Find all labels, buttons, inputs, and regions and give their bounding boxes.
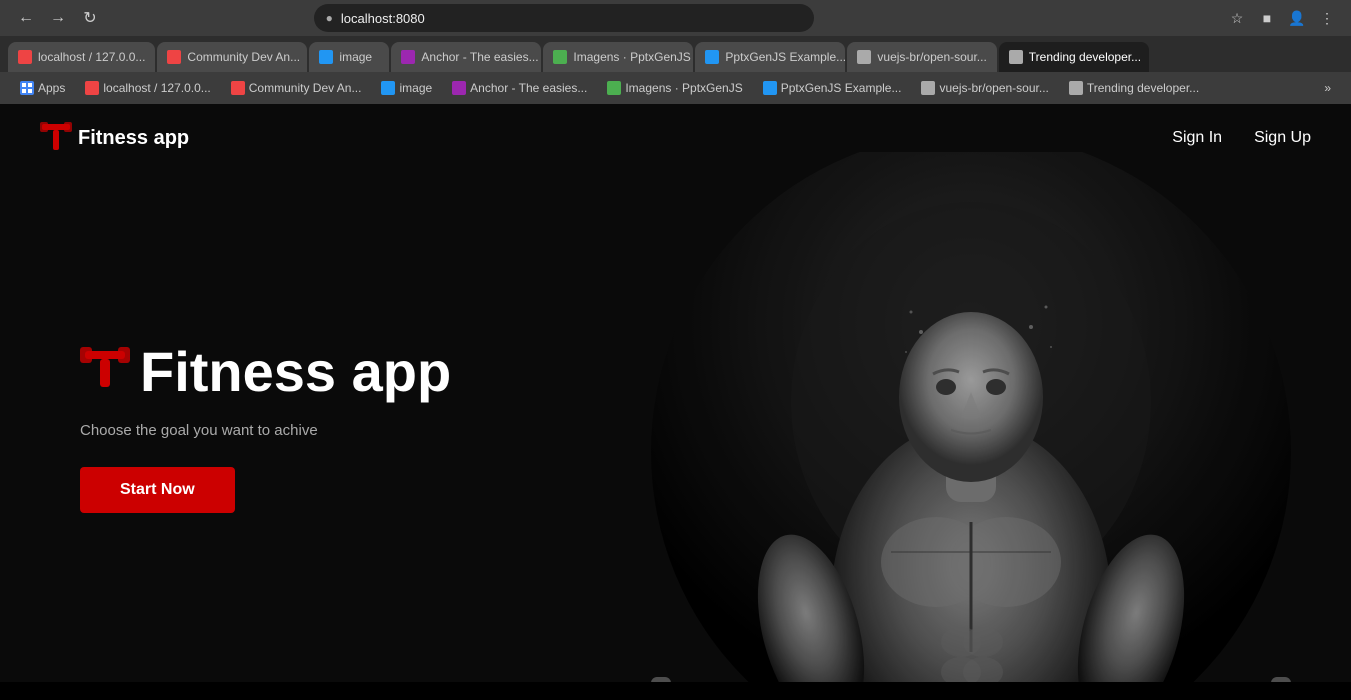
tab-favicon-trending (1009, 50, 1023, 64)
browser-actions: ☆ ■ 👤 ⋮ (1225, 6, 1339, 30)
bookmark-favicon-community (231, 81, 245, 95)
bookmark-label-trending: Trending developer... (1087, 81, 1199, 95)
tab-favicon-imagens (553, 50, 567, 64)
forward-button[interactable]: → (44, 4, 72, 32)
tab-label-image: image (339, 50, 372, 64)
tab-trending[interactable]: Trending developer... (999, 42, 1149, 72)
hero-subtitle: Choose the goal you want to achive (80, 422, 451, 439)
bookmark-favicon-trending (1069, 81, 1083, 95)
bookmark-label-apps: Apps (38, 81, 65, 95)
bookmark-community[interactable]: Community Dev An... (223, 78, 370, 98)
start-now-button[interactable]: Start Now (80, 467, 235, 513)
bookmark-vuejs[interactable]: vuejs-br/open-sour... (913, 78, 1056, 98)
navbar-logo[interactable]: Fitness app (40, 120, 189, 156)
tab-label-vuejs: vuejs-br/open-sour... (877, 50, 986, 64)
browser-chrome: ← → ↻ ● localhost:8080 ☆ ■ 👤 ⋮ localhost… (0, 0, 1351, 104)
profile-icon[interactable]: 👤 (1285, 6, 1309, 30)
reload-button[interactable]: ↻ (76, 4, 104, 32)
bookmark-anchor[interactable]: Anchor - The easies... (444, 78, 595, 98)
bookmark-label-pptx: PptxGenJS Example... (781, 81, 902, 95)
lock-icon: ● (326, 11, 333, 25)
bookmark-favicon-vuejs (921, 81, 935, 95)
bookmark-label-localhost: localhost / 127.0.0... (103, 81, 210, 95)
navbar: Fitness app Sign In Sign Up (0, 104, 1351, 172)
hero-athlete-image (631, 152, 1311, 682)
bookmark-pptx[interactable]: PptxGenJS Example... (755, 78, 910, 98)
bookmarks-bar: Apps localhost / 127.0.0... Community De… (0, 72, 1351, 104)
extensions-icon[interactable]: ■ (1255, 6, 1279, 30)
tab-localhost[interactable]: localhost / 127.0.0... (8, 42, 155, 72)
tab-anchor[interactable]: Anchor - The easies... (391, 42, 541, 72)
bookmark-localhost[interactable]: localhost / 127.0.0... (77, 78, 218, 98)
bookmark-image[interactable]: image (373, 78, 440, 98)
bookmark-label-vuejs: vuejs-br/open-sour... (939, 81, 1048, 95)
tab-favicon-anchor (401, 50, 415, 64)
bookmarks-more-button[interactable]: » (1316, 78, 1339, 98)
tab-favicon-localhost (18, 50, 32, 64)
tab-label-community: Community Dev An... (187, 50, 300, 64)
tab-label-trending: Trending developer... (1029, 50, 1141, 64)
url-text: localhost:8080 (341, 11, 425, 26)
bookmark-favicon-pptx (763, 81, 777, 95)
bookmark-trending[interactable]: Trending developer... (1061, 78, 1207, 98)
hero-logo-icon (80, 343, 130, 401)
hero-title: Fitness app (140, 341, 451, 403)
star-icon[interactable]: ☆ (1225, 6, 1249, 30)
logo-icon (40, 120, 72, 156)
browser-titlebar: ← → ↻ ● localhost:8080 ☆ ■ 👤 ⋮ (0, 0, 1351, 36)
address-bar[interactable]: ● localhost:8080 (314, 4, 814, 32)
tab-label-imagens: Imagens · PptxGenJS (573, 50, 690, 64)
app-content: Fitness app Sign In Sign Up (0, 104, 1351, 682)
tab-favicon-image (319, 50, 333, 64)
bookmark-favicon-imagens (607, 81, 621, 95)
tab-favicon-vuejs (857, 50, 871, 64)
sign-in-link[interactable]: Sign In (1172, 129, 1222, 147)
tab-favicon-community (167, 50, 181, 64)
hero-section: Fitness app Choose the goal you want to … (0, 172, 1351, 682)
bookmark-favicon-anchor (452, 81, 466, 95)
tab-pptxgenjs[interactable]: PptxGenJS Example... (695, 42, 845, 72)
bookmark-label-anchor: Anchor - The easies... (470, 81, 587, 95)
bookmark-imagens[interactable]: Imagens · PptxGenJS (599, 78, 750, 98)
tab-label-localhost: localhost / 127.0.0... (38, 50, 145, 64)
hero-logo: Fitness app (80, 341, 451, 403)
tabs-bar: localhost / 127.0.0... Community Dev An.… (0, 36, 1351, 72)
bookmark-favicon-image (381, 81, 395, 95)
tab-vuejs[interactable]: vuejs-br/open-sour... (847, 42, 996, 72)
sign-up-link[interactable]: Sign Up (1254, 129, 1311, 147)
bookmark-apps[interactable]: Apps (12, 78, 73, 98)
bookmark-label-image: image (399, 81, 432, 95)
browser-nav-buttons: ← → ↻ (12, 4, 104, 32)
bookmark-label-imagens: Imagens · PptxGenJS (625, 81, 742, 95)
bookmark-label-community: Community Dev An... (249, 81, 362, 95)
tab-label-pptxgenjs: PptxGenJS Example... (725, 50, 845, 64)
bookmark-favicon-apps (20, 81, 34, 95)
hero-content: Fitness app Choose the goal you want to … (0, 341, 531, 514)
menu-icon[interactable]: ⋮ (1315, 6, 1339, 30)
back-button[interactable]: ← (12, 4, 40, 32)
tab-community[interactable]: Community Dev An... (157, 42, 307, 72)
tab-favicon-pptxgenjs (705, 50, 719, 64)
tab-imagens[interactable]: Imagens · PptxGenJS (543, 42, 693, 72)
tab-label-anchor: Anchor - The easies... (421, 50, 538, 64)
bookmark-favicon-localhost (85, 81, 99, 95)
tab-image[interactable]: image (309, 42, 389, 72)
navbar-logo-text: Fitness app (78, 127, 189, 150)
nav-links: Sign In Sign Up (1172, 129, 1311, 147)
